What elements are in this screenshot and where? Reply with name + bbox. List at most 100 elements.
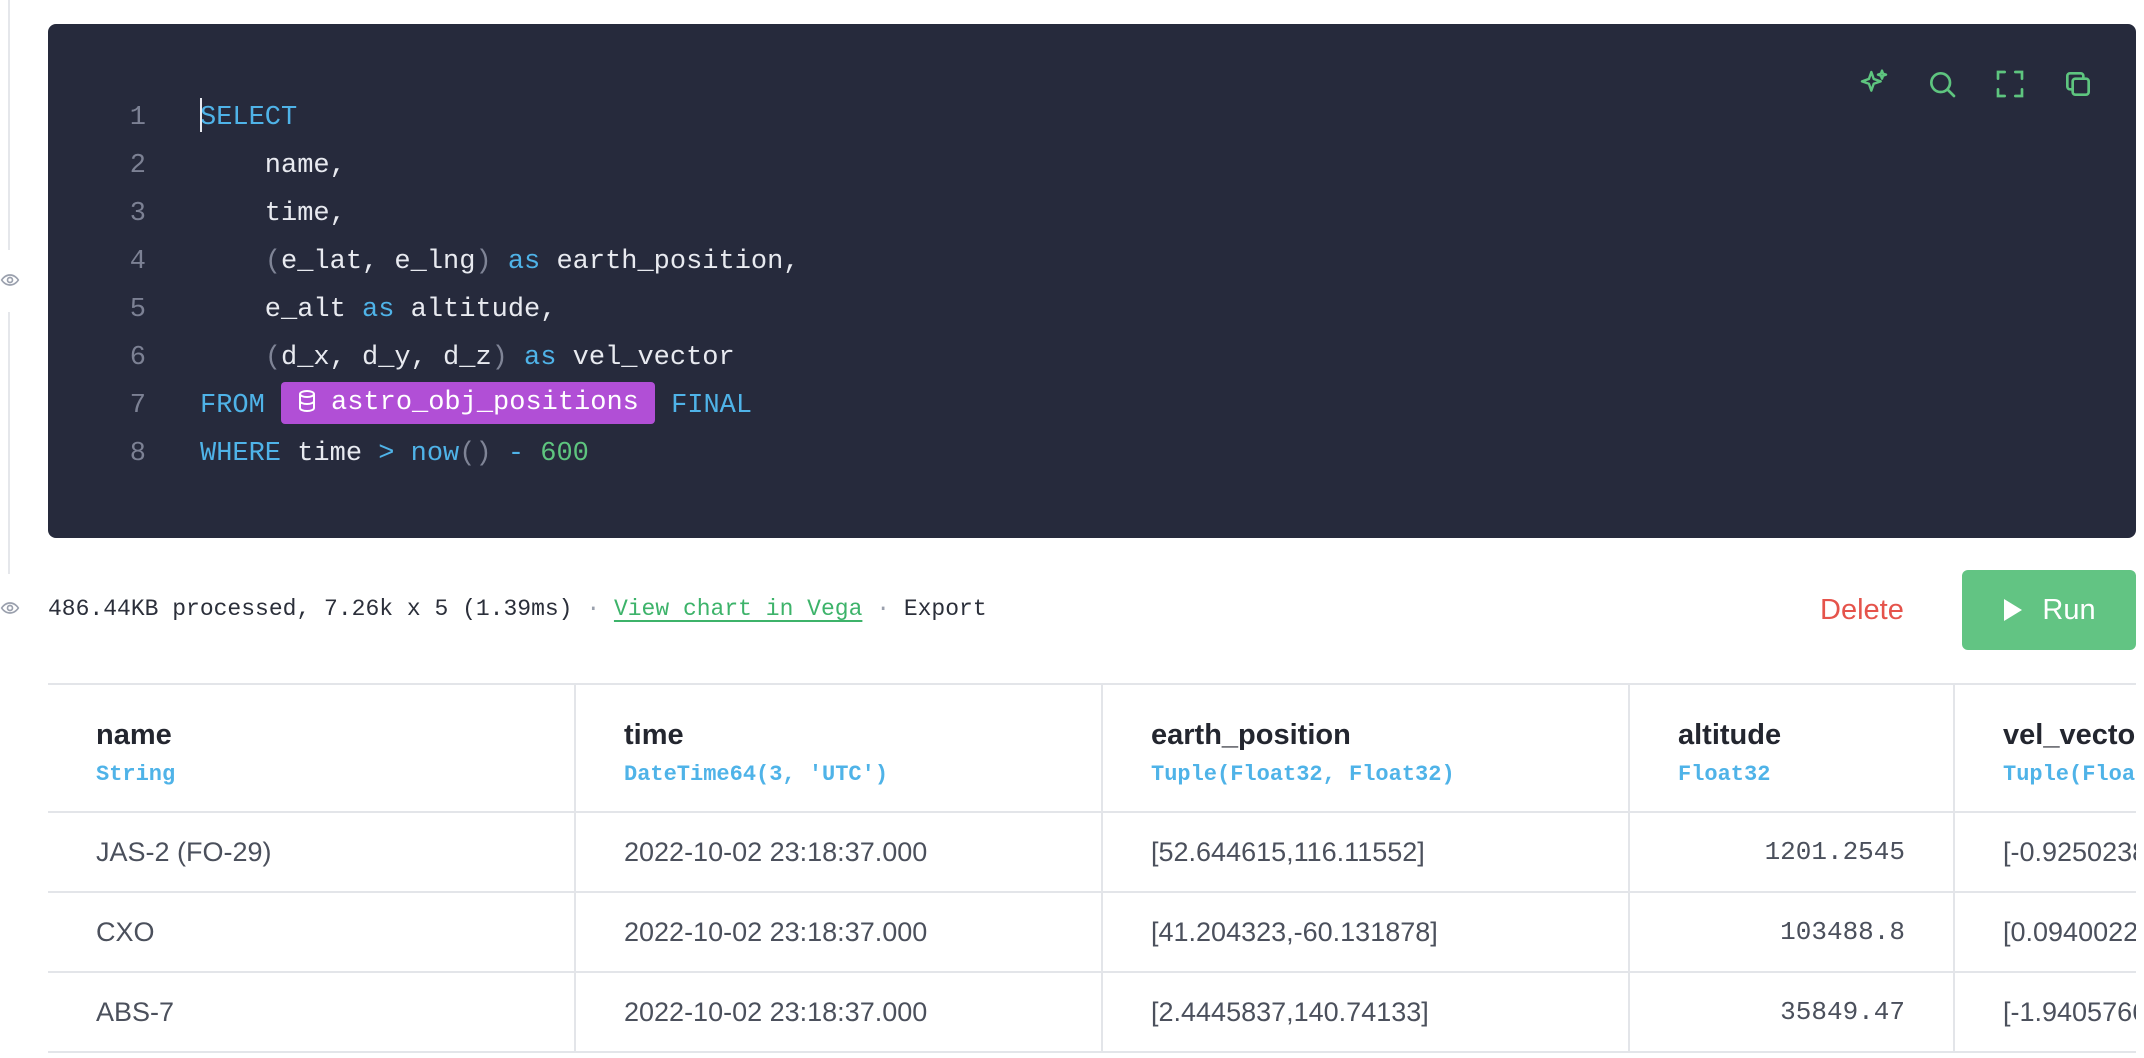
column-name: name	[96, 719, 172, 751]
code-line[interactable]: 2 name,	[48, 142, 2136, 190]
column-header[interactable]: altitude Float32	[1629, 685, 1955, 813]
code-line[interactable]: 6 (d_x, d_y, d_z) as vel_vector	[48, 334, 2136, 382]
code-token: time	[281, 439, 379, 469]
table-cell[interactable]: 1201.2545	[1629, 812, 1955, 893]
results-table: name String time DateTime64(3, 'UTC') earth_…	[48, 683, 2136, 1058]
table-row: ABS-7 2022-10-02 23:18:37.000 [2.4445837,1…	[48, 972, 2136, 1053]
code-token: WHERE	[200, 439, 282, 469]
eye-icon[interactable]	[0, 598, 20, 618]
code-token: as	[507, 343, 557, 373]
code-token: e_alt	[200, 295, 363, 325]
code-token: FINAL	[654, 391, 753, 421]
code-text: name,	[200, 142, 346, 190]
code-line[interactable]: 1 SELECT	[48, 94, 2136, 142]
database-icon	[299, 389, 316, 412]
code-token: altitude,	[394, 295, 557, 325]
code-token: -	[491, 439, 525, 469]
code-line[interactable]: 4 (e_lat, e_lng) as earth_position,	[48, 238, 2136, 286]
code-token: time,	[200, 199, 346, 229]
table-cell[interactable]: [0.094002225,1.310536	[1954, 892, 2136, 973]
table-row: CXO 2022-10-02 23:18:37.000 [41.204323,-60…	[48, 892, 2136, 973]
view-chart-link[interactable]: View chart in Vega	[614, 596, 862, 622]
line-number: 8	[129, 439, 146, 469]
processed-summary: 486.44KB processed, 7.26k x 5 (1.39ms)	[48, 596, 573, 622]
code-line[interactable]: 8 WHERE time > now() - 600	[48, 430, 2136, 478]
table-cell[interactable]: CXO	[48, 892, 576, 973]
column-header[interactable]: name String	[48, 685, 576, 813]
separator-dot: ·	[586, 596, 601, 622]
line-number: 5	[129, 295, 146, 325]
table-cell[interactable]: ABS-7	[48, 972, 576, 1053]
table-row: JAS-2 (FO-29) 2022-10-02 23:18:37.000 [52.…	[48, 812, 2136, 893]
table-cell[interactable]: 2022-10-02 23:18:37.000	[575, 812, 1103, 893]
code-token: earth_position,	[540, 247, 800, 277]
table-cell[interactable]: [-0.92502385,5.859808	[1954, 812, 2136, 893]
table-cell[interactable]: 103488.8	[1629, 892, 1955, 973]
code-token: now	[394, 439, 460, 469]
code-text: FROM astro_obj_positions FINAL	[200, 381, 753, 430]
column-name: time	[624, 719, 684, 751]
table-cell[interactable]: 2022-10-02 23:18:37.000	[575, 972, 1103, 1053]
code-text: time,	[200, 190, 346, 238]
run-label: Run	[2042, 593, 2096, 626]
line-number: 3	[129, 199, 146, 229]
column-header[interactable]: earth_position Tuple(Float32, Float32)	[1102, 685, 1630, 813]
table-cell[interactable]: JAS-2 (FO-29)	[48, 812, 576, 893]
code-text: (d_x, d_y, d_z) as vel_vector	[200, 334, 735, 382]
code-text: SELECT	[200, 94, 297, 142]
code-line[interactable]: 7 FROM astro_obj_positions FINAL	[48, 381, 2136, 430]
table-cell[interactable]: [2.4445837,140.74133]	[1102, 972, 1630, 1053]
cell-gutter-line	[8, 0, 10, 250]
table-cell[interactable]: [41.204323,-60.131878]	[1102, 892, 1630, 973]
column-type: String	[96, 762, 176, 787]
line-number: 2	[129, 151, 146, 181]
run-button[interactable]: Run	[1962, 570, 2136, 650]
code-line[interactable]: 5 e_alt as altitude,	[48, 286, 2136, 334]
code-token: d_x, d_y, d_z	[281, 343, 492, 373]
code-token: as	[362, 295, 395, 325]
code-token: )	[475, 247, 492, 277]
line-number: 7	[129, 391, 146, 421]
table-cell[interactable]: [-1.9405766,-2.3810256	[1954, 972, 2136, 1053]
table-reference-pill[interactable]: astro_obj_positions	[281, 381, 655, 424]
column-name: altitude	[1678, 719, 1782, 751]
line-number: 4	[129, 247, 146, 277]
code-token: )	[491, 343, 508, 373]
delete-button[interactable]: Delete	[1820, 585, 1904, 635]
code-token: SELECT	[200, 103, 298, 133]
code-token: name,	[200, 151, 346, 181]
code-text: WHERE time > now() - 600	[200, 430, 589, 478]
column-type: DateTime64(3, 'UTC')	[624, 762, 889, 787]
table-header-row: name String time DateTime64(3, 'UTC') earth_…	[48, 685, 2136, 813]
column-header[interactable]: time DateTime64(3, 'UTC')	[575, 685, 1103, 813]
code-token: ()	[459, 439, 492, 469]
column-type: Tuple(Float32, Float32	[2003, 762, 2136, 787]
column-name: earth_position	[1151, 719, 1351, 751]
code-token: as	[491, 247, 541, 277]
table-cell[interactable]: 2022-10-02 23:18:37.000	[575, 892, 1103, 973]
table-cell[interactable]: 35849.47	[1629, 972, 1955, 1053]
column-type: Tuple(Float32, Float32)	[1151, 762, 1455, 787]
code-token: vel_vector	[556, 343, 735, 373]
sql-editor[interactable]: 1 SELECT 2 name, 3 time, 4 (e_lat, e_lng) as…	[48, 24, 2136, 538]
column-header[interactable]: vel_vector Tuple(Float32, Float32	[1954, 685, 2136, 813]
code-token: e_lat, e_lng	[281, 247, 476, 277]
code-text: (e_lat, e_lng) as earth_position,	[200, 238, 800, 286]
eye-icon[interactable]	[0, 270, 20, 290]
table-cell[interactable]: [52.644615,116.11552]	[1102, 812, 1630, 893]
code-line[interactable]: 3 time,	[48, 190, 2136, 238]
export-link[interactable]: Export	[904, 596, 987, 622]
line-number: 6	[129, 343, 146, 373]
code-area[interactable]: 1 SELECT 2 name, 3 time, 4 (e_lat, e_lng) as…	[48, 94, 2136, 478]
code-token: (	[264, 247, 282, 277]
table-body: JAS-2 (FO-29) 2022-10-02 23:18:37.000 [52.…	[48, 812, 2136, 1053]
code-token: FROM	[200, 391, 282, 421]
cell-gutter-line	[8, 312, 10, 574]
line-number: 1	[129, 103, 146, 133]
separator-dot: ·	[876, 596, 891, 622]
play-icon	[2004, 599, 2023, 621]
column-type: Float32	[1678, 762, 1771, 787]
code-token: (	[264, 343, 282, 373]
